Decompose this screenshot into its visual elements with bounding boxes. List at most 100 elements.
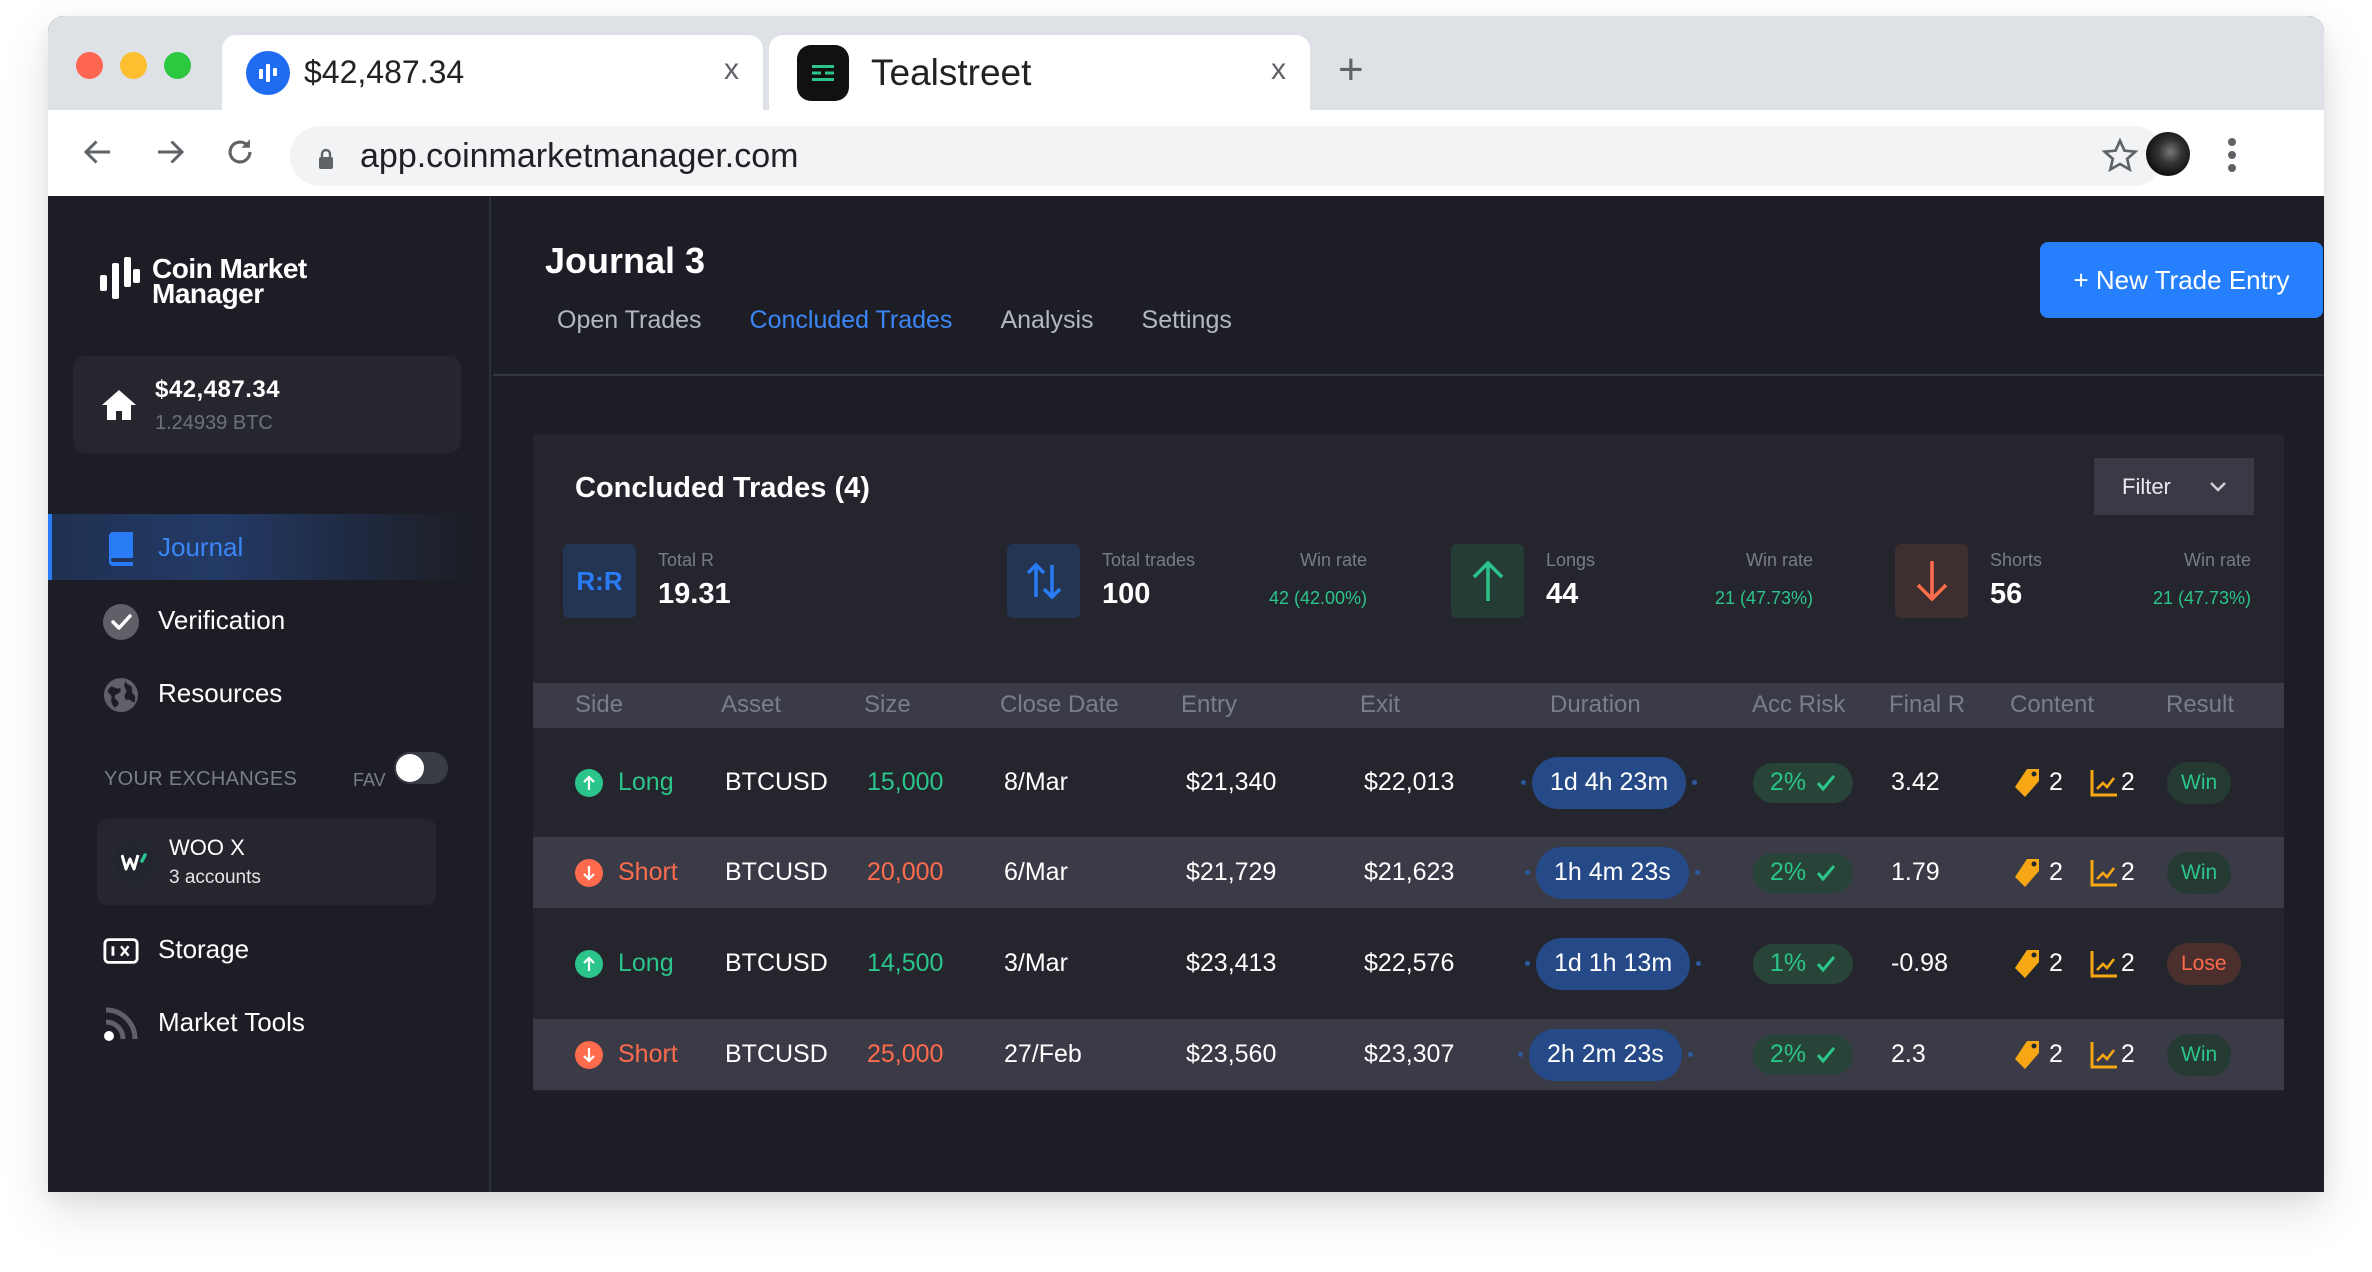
- app-logo[interactable]: Coin Market Manager: [100, 255, 307, 309]
- check-circle-icon: [103, 604, 139, 640]
- column-header-close-date[interactable]: Close Date: [1000, 691, 1119, 719]
- table-row[interactable]: Long BTCUSD 15,000 8/Mar $21,340 $22,013…: [533, 728, 2284, 837]
- sidebar-item-label: Storage: [158, 933, 250, 964]
- filter-dropdown[interactable]: Filter: [2094, 458, 2254, 515]
- win-rate-label: Win rate: [2183, 550, 2251, 570]
- chevron-down-icon: [2208, 476, 2228, 501]
- result-badge: Win: [2167, 761, 2232, 804]
- browser-tab-tealstreet[interactable]: Tealstreet x: [769, 35, 1310, 110]
- back-arrow-icon[interactable]: [78, 132, 118, 172]
- address-bar[interactable]: app.coinmarketmanager.com: [290, 126, 2164, 186]
- duration-dot: [1521, 780, 1526, 785]
- column-header-asset[interactable]: Asset: [721, 691, 781, 719]
- cell-side: Long: [618, 767, 674, 796]
- minimize-window-button[interactable]: [120, 52, 147, 79]
- cell-size: 15,000: [867, 767, 944, 796]
- cell-asset: BTCUSD: [725, 1039, 828, 1068]
- profile-avatar[interactable]: [2146, 132, 2190, 176]
- sidebar-item-market-tools[interactable]: Market Tools: [48, 989, 473, 1055]
- logo-text: Coin Market Manager: [152, 255, 307, 309]
- sidebar-item-verification[interactable]: Verification: [48, 587, 473, 653]
- cell-content[interactable]: 2 2: [2013, 857, 2135, 889]
- tab-open-trades[interactable]: Open Trades: [557, 306, 702, 335]
- column-header-final-r[interactable]: Final R: [1889, 691, 1965, 719]
- chart-count: 2: [2120, 1040, 2135, 1068]
- result-badge: Win: [2167, 1033, 2232, 1076]
- fav-toggle[interactable]: [394, 752, 448, 784]
- arrow-up-circle-icon: [575, 949, 603, 978]
- cell-final-r: -0.98: [1891, 948, 1948, 977]
- sidebar-item-storage[interactable]: Storage: [48, 916, 473, 982]
- browser-toolbar: app.coinmarketmanager.com: [48, 110, 2324, 196]
- cell-exit: $23,307: [1364, 1039, 1455, 1068]
- arrow-up-icon: [1451, 544, 1524, 618]
- tag-icon: [2015, 858, 2039, 887]
- column-header-content[interactable]: Content: [2010, 691, 2094, 719]
- sidebar: Coin Market Manager $42,487.34 1.24939 B…: [48, 196, 491, 1192]
- cell-close-date: 6/Mar: [1004, 857, 1068, 886]
- sidebar-item-journal[interactable]: Journal: [48, 514, 473, 580]
- tab-concluded-trades[interactable]: Concluded Trades: [750, 306, 953, 335]
- check-icon: [1816, 864, 1836, 881]
- header-divider: [493, 374, 2324, 376]
- sidebar-item-label: Resources: [158, 677, 283, 708]
- column-header-duration[interactable]: Duration: [1550, 691, 1641, 719]
- tab-title: Tealstreet: [871, 51, 1032, 93]
- stat-value: 19.31: [658, 578, 731, 610]
- forward-arrow-icon[interactable]: [150, 132, 190, 172]
- column-header-size[interactable]: Size: [864, 691, 911, 719]
- tab-close-icon[interactable]: x: [724, 55, 739, 85]
- balance-card[interactable]: $42,487.34 1.24939 BTC: [73, 356, 461, 453]
- storage-icon: [103, 933, 139, 969]
- column-header-acc-risk[interactable]: Acc Risk: [1752, 691, 1845, 719]
- rss-icon: [103, 1006, 139, 1042]
- sidebar-item-label: Journal: [158, 531, 244, 562]
- column-header-entry[interactable]: Entry: [1181, 691, 1237, 719]
- cell-size: 14,500: [867, 948, 944, 977]
- cell-exit: $22,013: [1364, 767, 1455, 796]
- cell-duration: 2h 2m 23s: [1518, 1028, 1693, 1081]
- maximize-window-button[interactable]: [164, 52, 191, 79]
- table-row[interactable]: Short BTCUSD 25,000 27/Feb $23,560 $23,3…: [533, 1019, 2284, 1090]
- column-header-result[interactable]: Result: [2166, 691, 2234, 719]
- check-icon: [1816, 774, 1836, 791]
- acc-risk-pill: 2%: [1753, 852, 1853, 893]
- stat-total-r: R:R Total R 19.31: [563, 544, 983, 618]
- sidebar-item-resources[interactable]: Resources: [48, 660, 473, 726]
- fav-label: FAV: [353, 770, 386, 790]
- concluded-trades-panel: Concluded Trades (4) Filter R:R Total R …: [533, 434, 2284, 1091]
- new-trade-entry-button[interactable]: + New Trade Entry: [2040, 242, 2323, 318]
- cell-content[interactable]: 2 2: [2013, 767, 2135, 799]
- acc-risk-value: 2%: [1769, 768, 1807, 796]
- acc-risk-value: 1%: [1769, 949, 1807, 977]
- close-window-button[interactable]: [76, 52, 103, 79]
- tealstreet-favicon-icon: [797, 44, 849, 101]
- column-header-exit[interactable]: Exit: [1360, 691, 1400, 719]
- new-tab-button[interactable]: +: [1338, 48, 1364, 92]
- chart-icon: [2090, 769, 2117, 796]
- main-content: Journal 3 Open Trades Concluded Trades A…: [493, 196, 2324, 1192]
- browser-menu-icon[interactable]: [2228, 138, 2238, 172]
- duration-dot: [1518, 1052, 1523, 1057]
- exchange-card-woox[interactable]: WOO X 3 accounts: [97, 819, 436, 905]
- cell-content[interactable]: 2 2: [2013, 1039, 2135, 1071]
- tab-settings[interactable]: Settings: [1142, 306, 1232, 335]
- result-badge: Win: [2167, 851, 2232, 894]
- bookmark-star-icon[interactable]: [2100, 136, 2140, 181]
- duration-dot: [1525, 961, 1530, 966]
- column-header-side[interactable]: Side: [575, 691, 623, 719]
- tab-analysis[interactable]: Analysis: [1000, 306, 1093, 335]
- table-row[interactable]: Long BTCUSD 14,500 3/Mar $23,413 $22,576…: [533, 908, 2284, 1019]
- win-rate-value: 21 (47.73%): [2152, 588, 2251, 608]
- balance-usd: $42,487.34: [155, 376, 281, 403]
- tab-close-icon[interactable]: x: [1271, 55, 1286, 85]
- cell-duration: 1d 1h 13m: [1525, 937, 1702, 990]
- exchanges-heading: YOUR EXCHANGES: [104, 768, 298, 790]
- win-rate-label: Win rate: [1299, 550, 1367, 570]
- cell-content[interactable]: 2 2: [2013, 948, 2135, 980]
- browser-tab-coinmarketmanager[interactable]: $42,487.34 x: [222, 35, 763, 110]
- table-row[interactable]: Short BTCUSD 20,000 6/Mar $21,729 $21,62…: [533, 837, 2284, 908]
- url-text[interactable]: app.coinmarketmanager.com: [360, 137, 798, 176]
- logo-line-2: Manager: [152, 278, 264, 309]
- reload-icon[interactable]: [220, 132, 260, 172]
